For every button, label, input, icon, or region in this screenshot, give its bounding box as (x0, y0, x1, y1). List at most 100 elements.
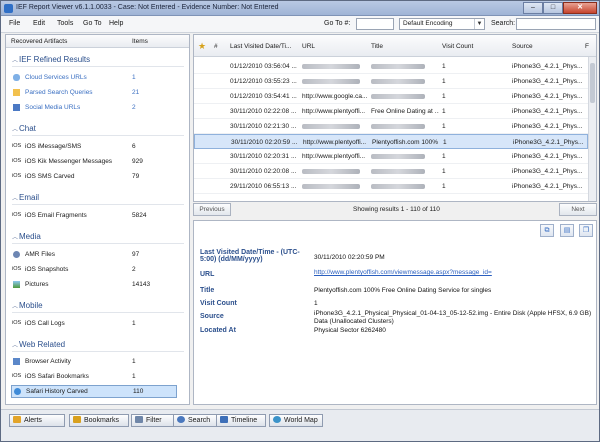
cell-url: http://www.plentyoffi... (302, 108, 366, 115)
artifact-ios-sms-carved[interactable]: iOS iOS SMS Carved 79 (11, 171, 177, 182)
search-input[interactable] (516, 18, 596, 30)
section-ief-refined-results[interactable]: ︿IEF Refined Results (12, 55, 90, 64)
picture-icon (13, 281, 20, 288)
col-title[interactable]: Title (371, 43, 383, 50)
detail-value-visit-count: 1 (314, 300, 318, 307)
col-number[interactable]: # (214, 43, 218, 50)
section-mobile[interactable]: ︿Mobile (12, 301, 43, 310)
header-recovered-artifacts: Recovered Artifacts (11, 38, 68, 45)
table-row[interactable]: 30/11/2010 02:20:08 ... 1 iPhone3G_4.2.1_P… (194, 164, 588, 179)
col-url[interactable]: URL (302, 43, 315, 50)
menu-edit[interactable]: Edit (33, 20, 45, 27)
tab-world-map[interactable]: World Map (269, 414, 323, 427)
menu-goto[interactable]: Go To (83, 20, 102, 27)
artifact-ios-email-fragments[interactable]: iOS iOS Email Fragments 5824 (11, 210, 177, 221)
artifacts-header: Recovered Artifacts Items (6, 35, 189, 48)
menu-file[interactable]: File (9, 20, 20, 27)
minimize-button[interactable]: – (523, 2, 543, 14)
table-row[interactable]: 30/11/2010 02:21:30 ... 1 iPhone3G_4.2.1_P… (194, 119, 588, 134)
cell-source: iPhone3G_4.2.1_Phys... (512, 183, 583, 190)
tab-search[interactable]: Search (173, 414, 219, 427)
copy-icon[interactable]: ⧉ (540, 224, 554, 237)
artifact-parsed-search-queries[interactable]: Parsed Search Queries 21 (11, 87, 177, 98)
previous-button[interactable]: Previous (193, 203, 231, 216)
cell-url-redacted (302, 78, 360, 85)
cell-date: 30/11/2010 02:20:59 ... (231, 139, 298, 146)
cell-visit-count: 1 (442, 168, 446, 175)
audio-icon (13, 251, 20, 258)
cell-url-redacted (302, 63, 360, 70)
cell-date: 30/11/2010 02:20:08 ... (230, 168, 297, 175)
menu-tools[interactable]: Tools (57, 20, 73, 27)
artifact-browser-activity[interactable]: Browser Activity 1 (11, 356, 177, 367)
table-header: ★ # Last Visited Date/Ti... URL Title Vi… (194, 35, 596, 57)
cell-visit-count: 1 (442, 183, 446, 190)
col-bookmark-star-icon[interactable]: ★ (198, 41, 206, 52)
menu-bar: File Edit Tools Go To Help Go To #: Defa… (1, 16, 599, 33)
table-row[interactable]: 01/12/2010 03:56:04 ... 1 iPhone3G_4.2.1_P… (194, 59, 588, 74)
alert-icon (13, 416, 21, 423)
encoding-select[interactable]: Default Encoding ▼ (399, 18, 485, 30)
goto-input[interactable] (356, 18, 394, 30)
detail-value-url[interactable]: http://www.plentyoffish.com/viewmessage.… (314, 269, 514, 277)
collapse-icon: ︿ (12, 235, 19, 241)
table-row[interactable]: 30/11/2010 02:22:08 ... http://www.plenty… (194, 104, 588, 119)
cell-source: iPhone3G_4.2.1_Phys... (512, 108, 583, 115)
pager: Previous Showing results 1 - 110 of 110 … (193, 202, 597, 217)
vertical-scrollbar[interactable] (588, 57, 596, 201)
artifact-cloud-services-urls[interactable]: Cloud Services URLs 1 (11, 72, 177, 83)
table-row[interactable]: 01/12/2010 03:54:41 ... http://www.google… (194, 89, 588, 104)
artifact-social-media-urls[interactable]: Social Media URLs 2 (11, 102, 177, 113)
divider (12, 243, 184, 244)
col-source[interactable]: Source (512, 43, 533, 50)
table-row[interactable] (194, 194, 588, 201)
cell-source: iPhone3G_4.2.1_Phys... (512, 123, 583, 130)
cell-title-redacted (371, 93, 425, 100)
chevron-down-icon: ▼ (474, 19, 484, 29)
artifact-ios-call-logs[interactable]: iOS iOS Call Logs 1 (11, 318, 177, 329)
artifact-safari-history-carved[interactable]: Safari History Carved 110 (11, 385, 177, 398)
cell-source: iPhone3G_4.2.1_Phys... (513, 139, 584, 146)
collapse-icon: ︿ (12, 196, 19, 202)
document-icon[interactable]: ▤ (560, 224, 574, 237)
menu-help[interactable]: Help (109, 20, 123, 27)
detail-key-title: Title (200, 287, 215, 294)
cell-title: Plentyoffish.com 100% ... (372, 139, 440, 146)
artifact-ios-imessage-sms[interactable]: iOS iOS iMessage/SMS 6 (11, 141, 177, 152)
search-icon (177, 416, 185, 423)
window-icon[interactable]: ❐ (579, 224, 593, 237)
cell-source: iPhone3G_4.2.1_Phys... (512, 168, 583, 175)
tab-alerts[interactable]: Alerts (9, 414, 65, 427)
collapse-icon: ︿ (12, 343, 19, 349)
section-media[interactable]: ︿Media (12, 232, 41, 241)
section-chat[interactable]: ︿Chat (12, 124, 36, 133)
section-web-related[interactable]: ︿Web Related (12, 340, 65, 349)
bottom-tab-bar: Alerts Bookmarks Filter Search Timeline … (1, 409, 599, 441)
artifact-pictures[interactable]: Pictures 14143 (11, 279, 177, 290)
ios-icon: iOS (12, 158, 22, 164)
maximize-button[interactable]: □ (543, 2, 563, 14)
detail-value-last-visited: 30/11/2010 02:20:59 PM (314, 254, 385, 261)
artifacts-panel: Recovered Artifacts Items ︿IEF Refined R… (5, 34, 190, 405)
col-visit-count[interactable]: Visit Count (442, 43, 473, 50)
scrollbar-thumb[interactable] (590, 63, 595, 103)
col-last-visited[interactable]: Last Visited Date/Ti... (230, 43, 291, 50)
artifact-amr-files[interactable]: AMR Files 97 (11, 249, 177, 260)
results-table: ★ # Last Visited Date/Ti... URL Title Vi… (193, 34, 597, 202)
cell-visit-count: 1 (442, 63, 446, 70)
tab-filter[interactable]: Filter (131, 414, 177, 427)
cloud-icon (13, 74, 20, 81)
next-button[interactable]: Next (559, 203, 597, 216)
table-row[interactable]: 29/11/2010 06:55:13 ... 1 iPhone3G_4.2.1_P… (194, 179, 588, 194)
artifact-ios-safari-bookmarks[interactable]: iOS iOS Safari Bookmarks 1 (11, 371, 177, 382)
table-row[interactable]: 30/11/2010 02:20:31 ... http://www.plenty… (194, 149, 588, 164)
divider (12, 351, 184, 352)
tab-bookmarks[interactable]: Bookmarks (69, 414, 129, 427)
tab-timeline[interactable]: Timeline (216, 414, 266, 427)
close-button[interactable]: ✕ (563, 2, 597, 14)
artifact-ios-kik-messages[interactable]: iOS iOS Kik Messenger Messages 929 (11, 156, 177, 167)
table-row-selected[interactable]: 30/11/2010 02:20:59 ... http://www.plenty… (194, 134, 588, 149)
table-row[interactable]: 01/12/2010 03:55:23 ... 1 iPhone3G_4.2.1_P… (194, 74, 588, 89)
section-email[interactable]: ︿Email (12, 193, 39, 202)
artifact-ios-snapshots[interactable]: iOS iOS Snapshots 2 (11, 264, 177, 275)
